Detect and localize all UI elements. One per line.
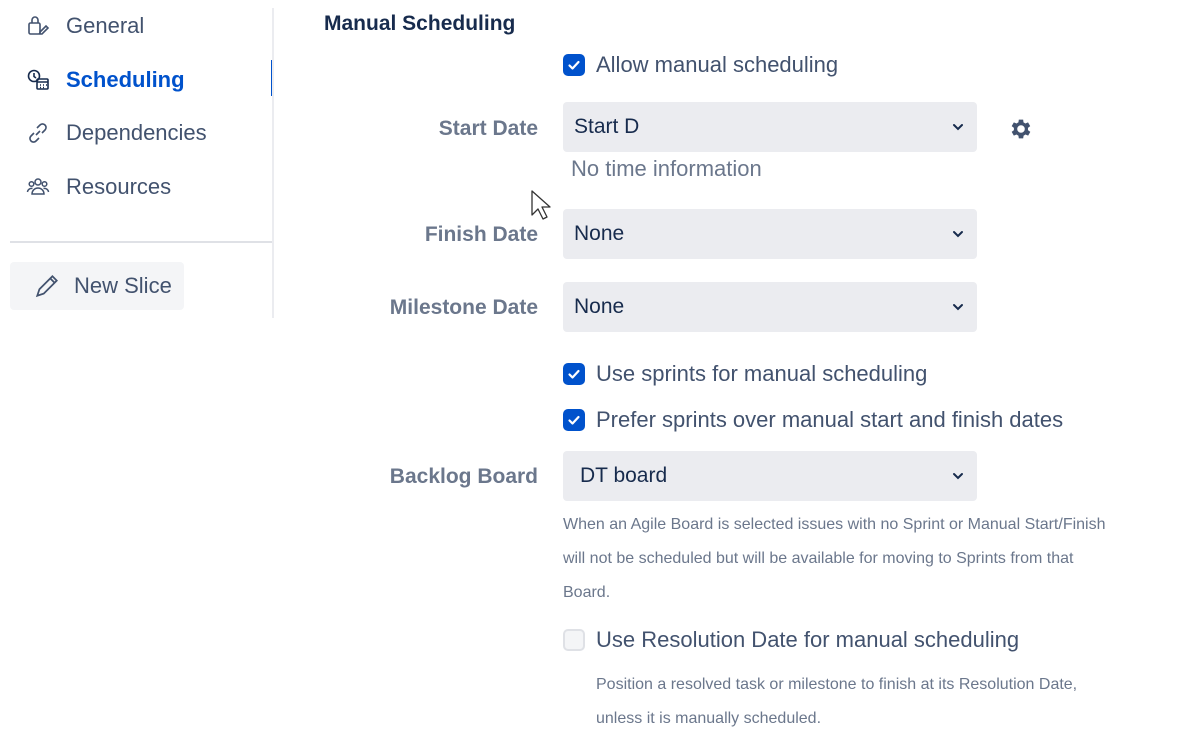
- people-icon: [24, 175, 52, 199]
- sidebar-item-dependencies[interactable]: Dependencies: [24, 115, 207, 151]
- checkbox-label: Allow manual scheduling: [596, 52, 839, 77]
- chevron-down-icon: [951, 469, 965, 483]
- link-icon: [24, 121, 52, 145]
- backlog-board-description: When an Agile Board is selected issues w…: [563, 508, 1106, 610]
- new-slice-button[interactable]: New Slice: [10, 262, 184, 310]
- use-sprints-checkbox[interactable]: Use sprints for manual scheduling: [563, 361, 927, 387]
- sidebar-border: [272, 8, 274, 318]
- finish-date-select[interactable]: None: [563, 209, 977, 259]
- select-value: None: [574, 222, 625, 245]
- checkbox-label: Use sprints for manual scheduling: [596, 361, 928, 386]
- allow-manual-scheduling-checkbox[interactable]: Allow manual scheduling: [563, 52, 838, 78]
- settings-sidebar: General Scheduling Dependencies Resource…: [0, 0, 274, 318]
- description-line: will not be scheduled but will be availa…: [563, 550, 1074, 567]
- chevron-down-icon: [951, 120, 965, 134]
- gear-icon[interactable]: [1008, 116, 1034, 142]
- sidebar-item-label: General: [66, 13, 145, 38]
- sidebar-item-label: Scheduling: [66, 67, 185, 92]
- select-value: DT board: [580, 464, 668, 487]
- select-value: None: [574, 295, 625, 318]
- checkbox-unchecked-icon[interactable]: [563, 629, 585, 651]
- sidebar-item-general[interactable]: General: [24, 8, 144, 44]
- sidebar-item-label: Dependencies: [66, 120, 207, 145]
- checkbox-checked-icon[interactable]: [563, 54, 585, 76]
- milestone-date-label: Milestone Date: [389, 296, 538, 319]
- description-line: Position a resolved task or milestone to…: [596, 676, 1078, 693]
- select-value: Start D: [574, 115, 640, 138]
- scheduling-calendar-icon: [24, 68, 52, 92]
- sidebar-item-label: Resources: [66, 174, 172, 199]
- new-slice-label: New Slice: [74, 273, 172, 298]
- pen-icon: [34, 273, 60, 299]
- start-date-select[interactable]: Start D: [563, 102, 977, 152]
- start-date-helper-text: No time information: [571, 156, 762, 181]
- checkbox-label: Prefer sprints over manual start and fin…: [596, 407, 1064, 432]
- checkbox-checked-icon[interactable]: [563, 409, 585, 431]
- backlog-board-label: Backlog Board: [389, 465, 538, 488]
- sidebar-divider: [10, 241, 272, 243]
- milestone-date-select[interactable]: None: [563, 282, 977, 332]
- description-line: unless it is manually scheduled.: [596, 710, 822, 727]
- start-date-label: Start Date: [438, 117, 538, 140]
- finish-date-label: Finish Date: [424, 223, 538, 246]
- backlog-board-select[interactable]: DT board: [563, 451, 977, 501]
- sidebar-item-scheduling[interactable]: Scheduling: [24, 62, 185, 98]
- prefer-sprints-checkbox[interactable]: Prefer sprints over manual start and fin…: [563, 407, 1063, 433]
- chevron-down-icon: [951, 300, 965, 314]
- general-settings-icon: [24, 14, 52, 38]
- checkbox-label: Use Resolution Date for manual schedulin…: [596, 627, 1020, 652]
- section-title: Manual Scheduling: [324, 12, 516, 35]
- chevron-down-icon: [951, 227, 965, 241]
- mouse-pointer-icon: [530, 189, 552, 223]
- sidebar-item-resources[interactable]: Resources: [24, 169, 171, 205]
- use-resolution-date-checkbox[interactable]: Use Resolution Date for manual schedulin…: [563, 627, 1019, 653]
- resolution-date-description: Position a resolved task or milestone to…: [596, 668, 1077, 736]
- description-line: Board.: [563, 584, 611, 601]
- description-line: When an Agile Board is selected issues w…: [563, 516, 1106, 533]
- checkbox-checked-icon[interactable]: [563, 363, 585, 385]
